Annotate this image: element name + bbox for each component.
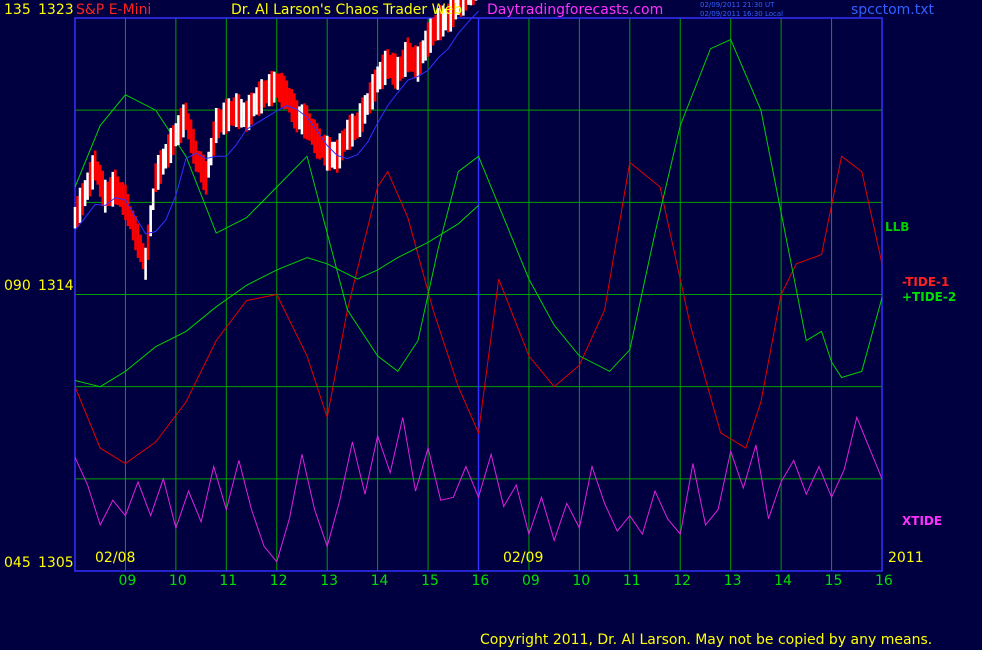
y-bottom-left-label: 045 [4,555,31,571]
x-hour-label: 11 [622,573,641,589]
filename-label: spcctom.txt [851,2,934,18]
x-hour-label: 16 [875,573,893,589]
x-hour-label: 10 [168,573,187,589]
y-top-left-label: 135 [4,2,31,18]
author-title: Dr. Al Larson's Chaos Trader Web [231,2,463,18]
x-hour-label: 14 [774,573,792,589]
timestamp-local: 02/09/2011 16:30 Local [700,10,784,18]
x-hour-label: 13 [320,573,339,589]
symbol-title: S&P E-Mini [76,2,152,18]
x-hour-label: 13 [723,573,742,589]
x-hour-label: 09 [118,573,137,589]
x-hour-label: 16 [471,573,490,589]
x-hour-label: 10 [572,573,591,589]
copyright-footer: Copyright 2011, Dr. Al Larson. May not b… [480,632,933,648]
year-label: 2011 [888,550,924,566]
x-hour-label: 15 [824,573,843,589]
x-hour-label: 12 [673,573,692,589]
y-mid-left-label: 090 [4,278,31,294]
y-top-right-label: 1323 [38,2,74,18]
timestamp-ut: 02/09/2011 21:30 UT [700,1,775,9]
tide1-label: -TIDE-1 [902,275,950,289]
date-label-day1: 02/08 [95,550,136,566]
chart-page: 135 1323 S&P E-Mini Dr. Al Larson's Chao… [0,0,982,650]
x-hour-label: 09 [521,573,540,589]
date-label-day2: 02/09 [503,550,544,566]
x-hour-label: 11 [219,573,238,589]
x-hour-label: 12 [269,573,288,589]
xtide-label: XTIDE [902,514,943,528]
x-hour-label: 15 [421,573,439,589]
llb-label: LLB [885,220,910,234]
x-hour-label: 14 [370,573,389,589]
chart-canvas [73,0,883,572]
site-link[interactable]: Daytradingforecasts.com [487,2,663,18]
tide2-label: +TIDE-2 [902,290,957,304]
y-mid-right-label: 1314 [38,278,74,294]
y-bottom-right-label: 1305 [38,555,74,571]
